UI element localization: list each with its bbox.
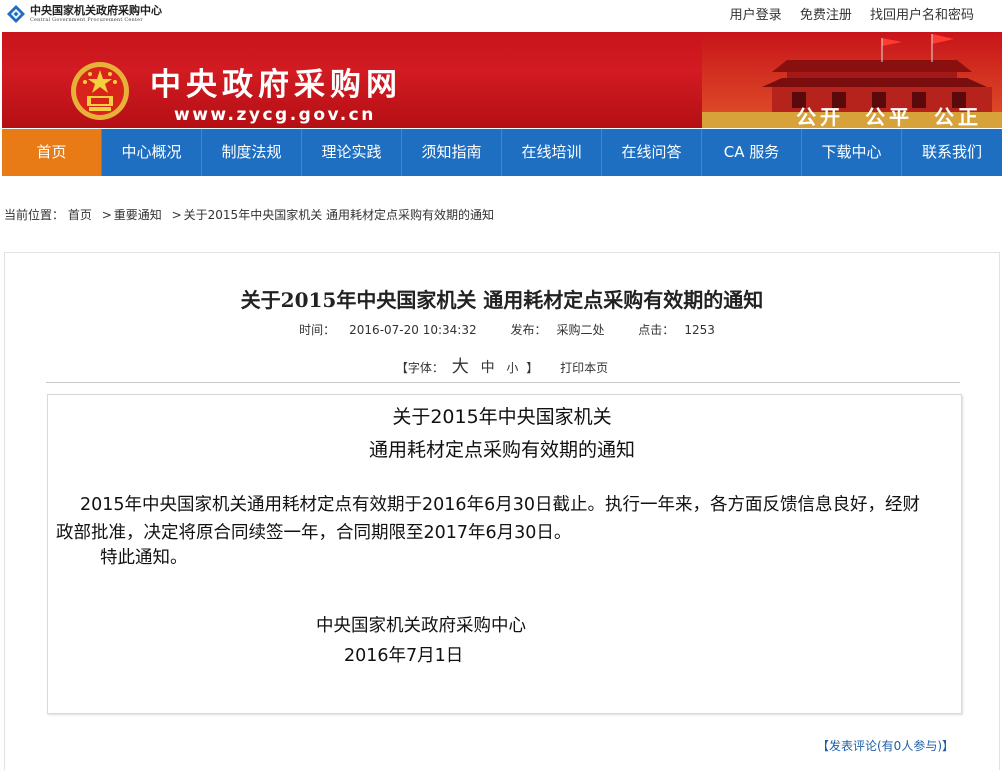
site-url: www.zycg.gov.cn xyxy=(174,105,376,125)
clicks-label: 点击： xyxy=(638,323,675,337)
time-label: 时间： xyxy=(299,323,336,337)
content-paragraph: 2015年中央国家机关通用耗材定点有效期于2016年6月30日截止。执行一年来，… xyxy=(56,495,920,543)
center-logo[interactable]: 中央国家机关政府采购中心 Central Government Procurem… xyxy=(6,4,162,24)
article-title: 关于2015年中央国家机关 通用耗材定点采购有效期的通知 xyxy=(240,288,764,312)
nav-home[interactable]: 首页 xyxy=(2,129,102,176)
breadcrumb: 当前位置： 首页 > 重要通知 > 关于2015年中央国家机关 通用耗材定点采购有效… xyxy=(4,206,494,223)
font-size-suffix: 】 xyxy=(526,361,539,375)
nav-about[interactable]: 中心概况 xyxy=(102,129,202,176)
content-title-line1: 关于2015年中央国家机关 xyxy=(392,406,612,428)
nav-training[interactable]: 在线培训 xyxy=(502,129,602,176)
content-notice: 特此通知。 xyxy=(100,548,188,568)
account-links: 用户登录 免费注册 找回用户名和密码 xyxy=(716,4,974,23)
publish-time: 2016-07-20 10:34:32 xyxy=(349,323,477,337)
top-bar: 中央国家机关政府采购中心 Central Government Procurem… xyxy=(0,0,1004,30)
slogan-3: 公正 xyxy=(934,105,982,128)
click-count: 1253 xyxy=(684,323,715,337)
signature-date: 2016年7月1日 xyxy=(344,646,464,666)
login-link[interactable]: 用户登录 xyxy=(730,8,782,23)
font-size-bar: 【字体： 大 中 小 】 打印本页 xyxy=(0,352,1004,377)
breadcrumb-separator-icon: > xyxy=(101,208,112,222)
logo-title: 中央国家机关政府采购中心 xyxy=(30,4,162,17)
nav-ca-service[interactable]: CA 服务 xyxy=(702,129,802,176)
national-emblem-icon xyxy=(69,60,131,126)
nav-qa[interactable]: 在线问答 xyxy=(602,129,702,176)
content-title-line2: 通用耗材定点采购有效期的通知 xyxy=(368,439,635,461)
publisher: 采购二处 xyxy=(556,323,605,337)
nav-regulations[interactable]: 制度法规 xyxy=(202,129,302,176)
breadcrumb-current[interactable]: 关于2015年中央国家机关 通用耗材定点采购有效期的通知 xyxy=(184,208,494,222)
post-comment-link[interactable]: 【发表评论(有0人参与)】 xyxy=(817,737,954,754)
publisher-label: 发布： xyxy=(510,323,547,337)
slogan-2: 公平 xyxy=(865,105,914,128)
slogan-1: 公开 xyxy=(796,105,845,128)
signature-org: 中央国家机关政府采购中心 xyxy=(316,616,526,636)
slogan: 公开 公平 公正 xyxy=(786,106,982,128)
recover-account-link[interactable]: 找回用户名和密码 xyxy=(870,8,974,23)
site-title: 中央政府采购网 xyxy=(150,67,402,103)
main-nav: 首页 中心概况 制度法规 理论实践 须知指南 在线培训 在线问答 CA 服务 下… xyxy=(2,129,1002,176)
nav-guide[interactable]: 须知指南 xyxy=(402,129,502,176)
breadcrumb-notices[interactable]: 重要通知 xyxy=(114,208,162,222)
article-meta: 时间： 2016-07-20 10:34:32 发布： 采购二处 点击： 1253 xyxy=(0,321,1004,338)
nav-theory[interactable]: 理论实践 xyxy=(302,129,402,176)
nav-downloads[interactable]: 下载中心 xyxy=(802,129,902,176)
breadcrumb-prefix: 当前位置： xyxy=(4,208,65,222)
register-link[interactable]: 免费注册 xyxy=(800,8,852,23)
breadcrumb-home[interactable]: 首页 xyxy=(68,208,92,222)
font-large-button[interactable]: 大 xyxy=(452,357,469,377)
font-small-button[interactable]: 小 xyxy=(506,361,518,375)
breadcrumb-separator-icon: > xyxy=(171,208,182,222)
print-page-link[interactable]: 打印本页 xyxy=(560,361,608,375)
font-size-prefix: 【字体： xyxy=(395,361,444,375)
nav-contact[interactable]: 联系我们 xyxy=(902,129,1002,176)
divider xyxy=(46,382,960,383)
site-banner: 中央政府采购网 www.zycg.gov.cn 公开 公平 公正 xyxy=(2,32,1002,128)
logo-subtitle: Central Government Procurement Center xyxy=(30,17,143,23)
font-medium-button[interactable]: 中 xyxy=(481,360,495,376)
diamond-logo-icon xyxy=(6,4,26,24)
